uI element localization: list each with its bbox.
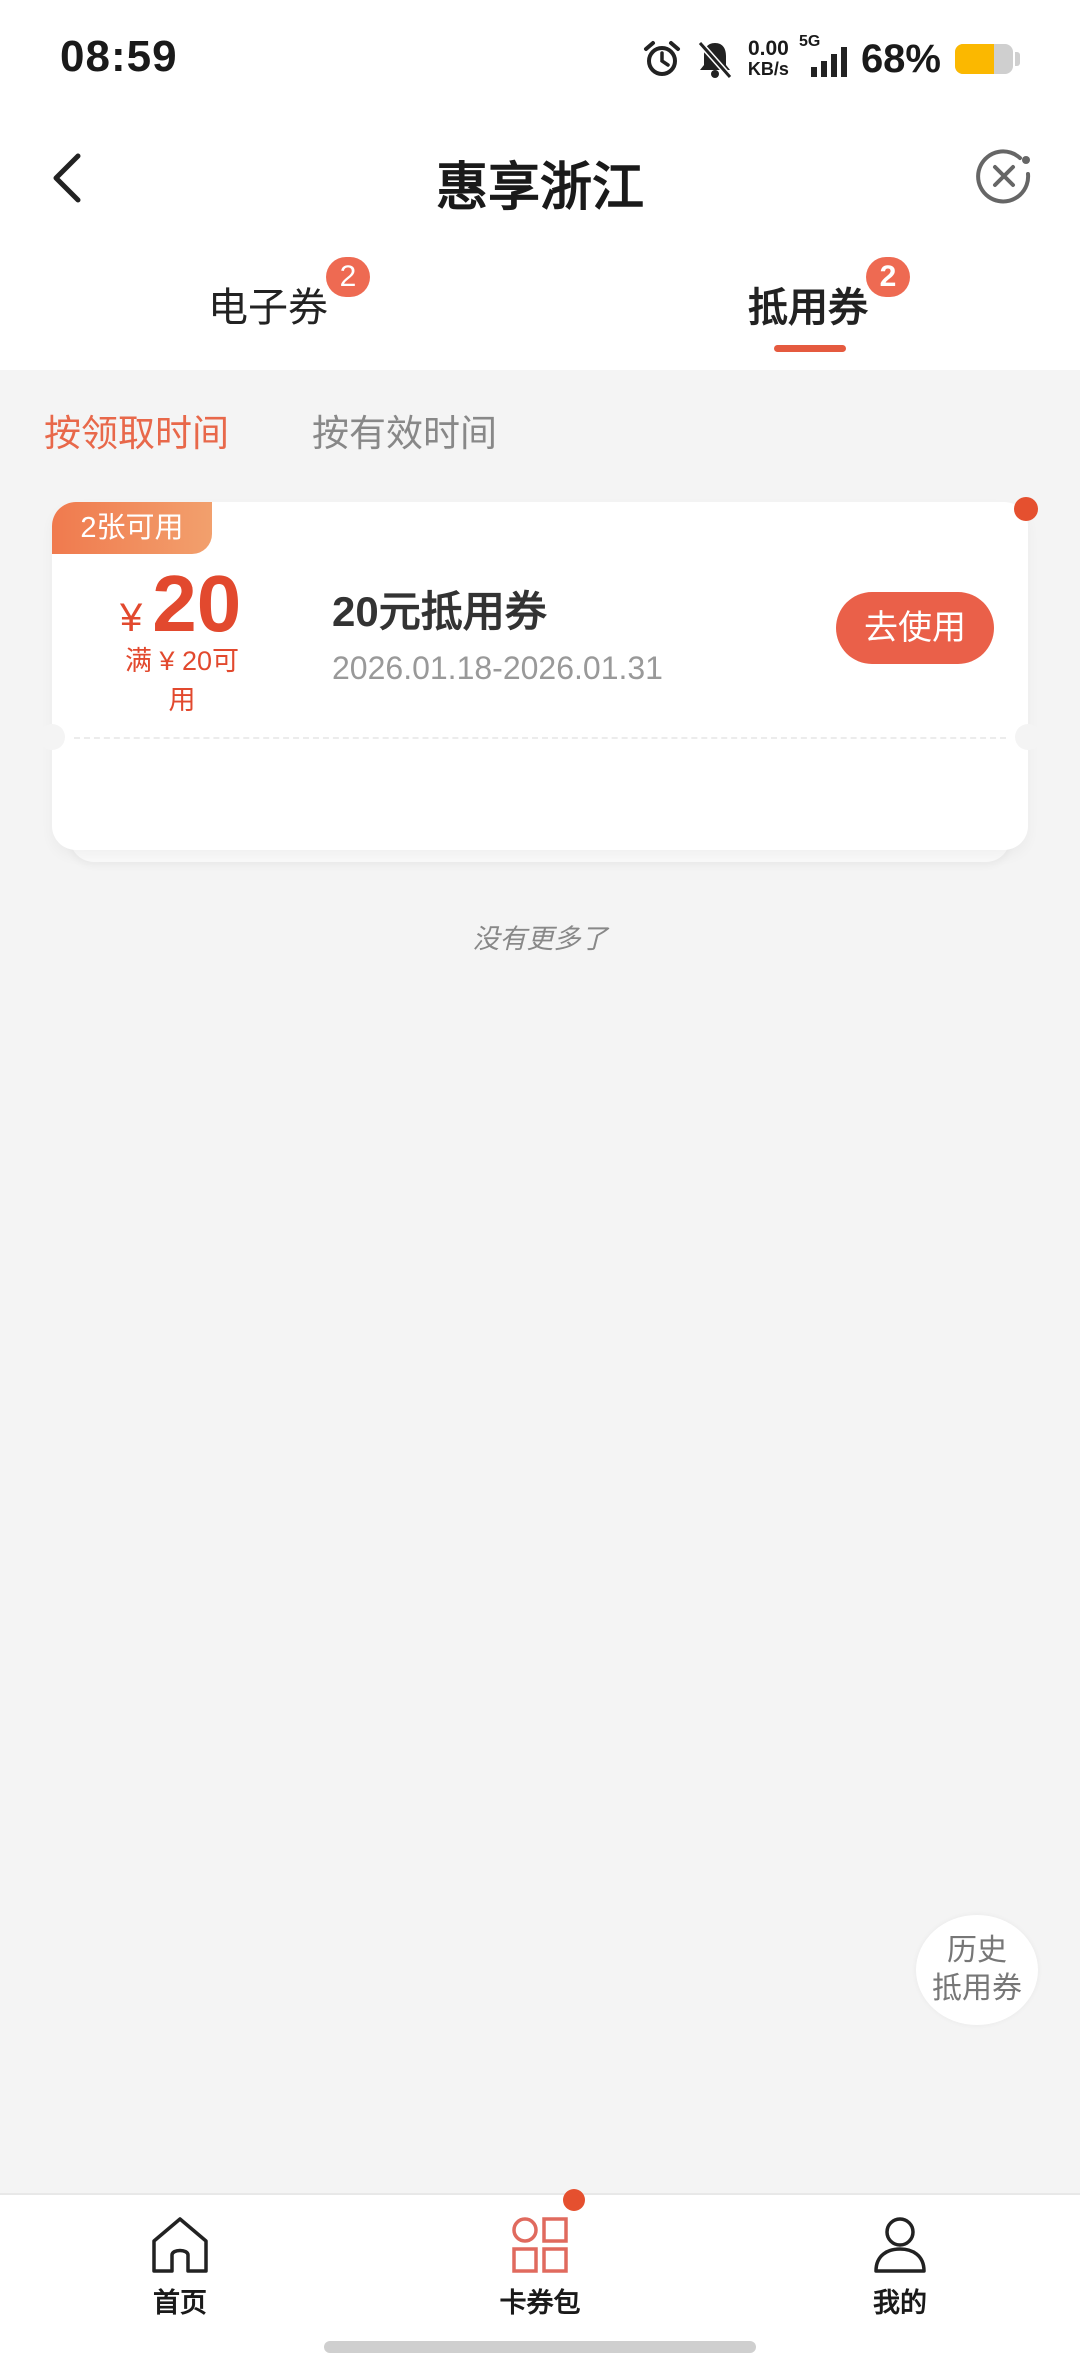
active-tab-indicator: [774, 345, 846, 352]
tab-badge: 2: [866, 257, 910, 297]
coupon-notch-right: [1015, 724, 1041, 750]
alarm-icon: [643, 41, 680, 76]
nav-card-wallet[interactable]: 卡券包: [470, 2215, 610, 2320]
use-coupon-button[interactable]: 去使用: [836, 592, 994, 664]
coupon-name: 20元抵用券: [332, 588, 547, 635]
bell-muted-icon: [697, 41, 733, 79]
tab-electronic-coupons[interactable]: 电子券 2: [208, 257, 370, 333]
signal-icon: 5G: [799, 33, 847, 77]
page-title: 惠享浙江: [435, 159, 644, 217]
coupon-amount: ¥ 20: [120, 558, 241, 650]
history-coupons-button[interactable]: 历史 抵用券: [916, 1915, 1038, 2025]
home-indicator[interactable]: [324, 2341, 756, 2353]
tab-label: 抵用券: [748, 286, 868, 330]
currency-symbol: ¥: [120, 596, 143, 640]
coupon-count-tag: 2张可用: [52, 502, 212, 554]
net-speed-unit: KB/s: [747, 59, 789, 79]
grid-icon: [512, 2217, 568, 2273]
sort-bar: 按领取时间 按有效时间: [0, 370, 1080, 485]
home-icon: [152, 2217, 208, 2273]
nav-notification-dot: [563, 2189, 585, 2211]
nav-label: 我的: [873, 2288, 927, 2318]
battery-fill: [955, 44, 995, 74]
close-circle-icon: [976, 149, 1031, 204]
sort-by-valid-time[interactable]: 按有效时间: [312, 403, 497, 457]
coupon-notch-left: [39, 724, 65, 750]
battery-tip: [1015, 52, 1020, 66]
net-speed-value: 0.00: [747, 37, 789, 60]
tab-deduction-coupons[interactable]: 抵用券 2: [748, 257, 910, 333]
new-indicator-dot: [1014, 497, 1038, 521]
user-icon: [874, 2217, 926, 2273]
coupon-type-tabs: 电子券 2 抵用券 2: [0, 235, 1080, 370]
nav-label: 卡券包: [499, 2288, 581, 2318]
history-line2: 抵用券: [932, 1972, 1022, 2005]
network-speed: 0.00 KB/s: [747, 37, 789, 79]
battery-percent: 68%: [860, 36, 941, 81]
history-line1: 历史: [947, 1934, 1007, 1967]
status-icons: 0.00 KB/s 5G 68%: [642, 33, 1020, 84]
network-type: 5G: [798, 33, 821, 50]
status-time: 08:59: [60, 32, 178, 81]
nav-label: 首页: [153, 2288, 207, 2318]
nav-home[interactable]: 首页: [110, 2215, 250, 2320]
status-bar: 08:59 0.00 KB/s 5G 68%: [0, 0, 1080, 120]
nav-mine[interactable]: 我的: [830, 2215, 970, 2320]
list-end-text: 没有更多了: [472, 924, 608, 954]
tab-badge: 2: [326, 257, 370, 297]
sort-by-received-time[interactable]: 按领取时间: [44, 403, 229, 457]
coupon-card[interactable]: 2张可用 ¥ 20 满 ¥ 20可用 20元抵用券 2026.01.18-202…: [39, 502, 1041, 850]
coupon-date-range: 2026.01.18-2026.01.31: [332, 650, 663, 686]
coupon-condition: 满 ¥ 20可用: [124, 646, 240, 715]
close-button[interactable]: [974, 146, 1034, 206]
battery-icon: [955, 44, 1013, 74]
tab-label: 电子券: [208, 286, 328, 330]
amount-value: 20: [152, 559, 242, 648]
app-header: 惠享浙江: [0, 120, 1080, 235]
coupon-divider: [74, 737, 1006, 739]
